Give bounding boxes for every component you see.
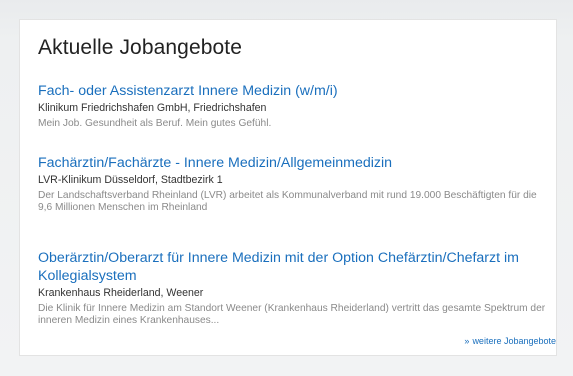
page-background: Aktuelle Jobangebote Fach- oder Assisten… <box>0 0 573 376</box>
job-description: Der Landschaftsverband Rheinland (LVR) a… <box>38 190 537 213</box>
job-listing: Oberärztin/Oberarzt für Innere Medizin m… <box>38 249 553 327</box>
job-company: Krankenhaus Rheiderland, Weener <box>38 287 204 299</box>
job-title-link[interactable]: Fachärztin/Fachärzte - Innere Medizin/Al… <box>38 154 553 172</box>
double-chevron-right-icon: » <box>464 336 470 346</box>
job-description: Mein Job. Gesundheit als Beruf. Mein gut… <box>38 118 272 129</box>
more-jobs-link[interactable]: » weitere Jobangebote <box>464 336 556 346</box>
job-listing: Fachärztin/Fachärzte - Innere Medizin/Al… <box>38 154 553 214</box>
panel-title: Aktuelle Jobangebote <box>38 36 242 59</box>
job-company: Klinikum Friedrichshafen GmbH, Friedrich… <box>38 102 267 114</box>
job-offers-panel: Aktuelle Jobangebote Fach- oder Assisten… <box>19 19 557 356</box>
more-jobs-label: weitere Jobangebote <box>472 336 556 346</box>
job-description: Die Klinik für Innere Medizin am Standor… <box>38 303 546 326</box>
job-title-link[interactable]: Fach- oder Assistenzarzt Innere Medizin … <box>38 82 553 100</box>
job-listing: Fach- oder Assistenzarzt Innere Medizin … <box>38 82 553 130</box>
job-title-link[interactable]: Oberärztin/Oberarzt für Innere Medizin m… <box>38 249 553 285</box>
job-company: LVR-Klinikum Düsseldorf, Stadtbezirk 1 <box>38 174 223 186</box>
